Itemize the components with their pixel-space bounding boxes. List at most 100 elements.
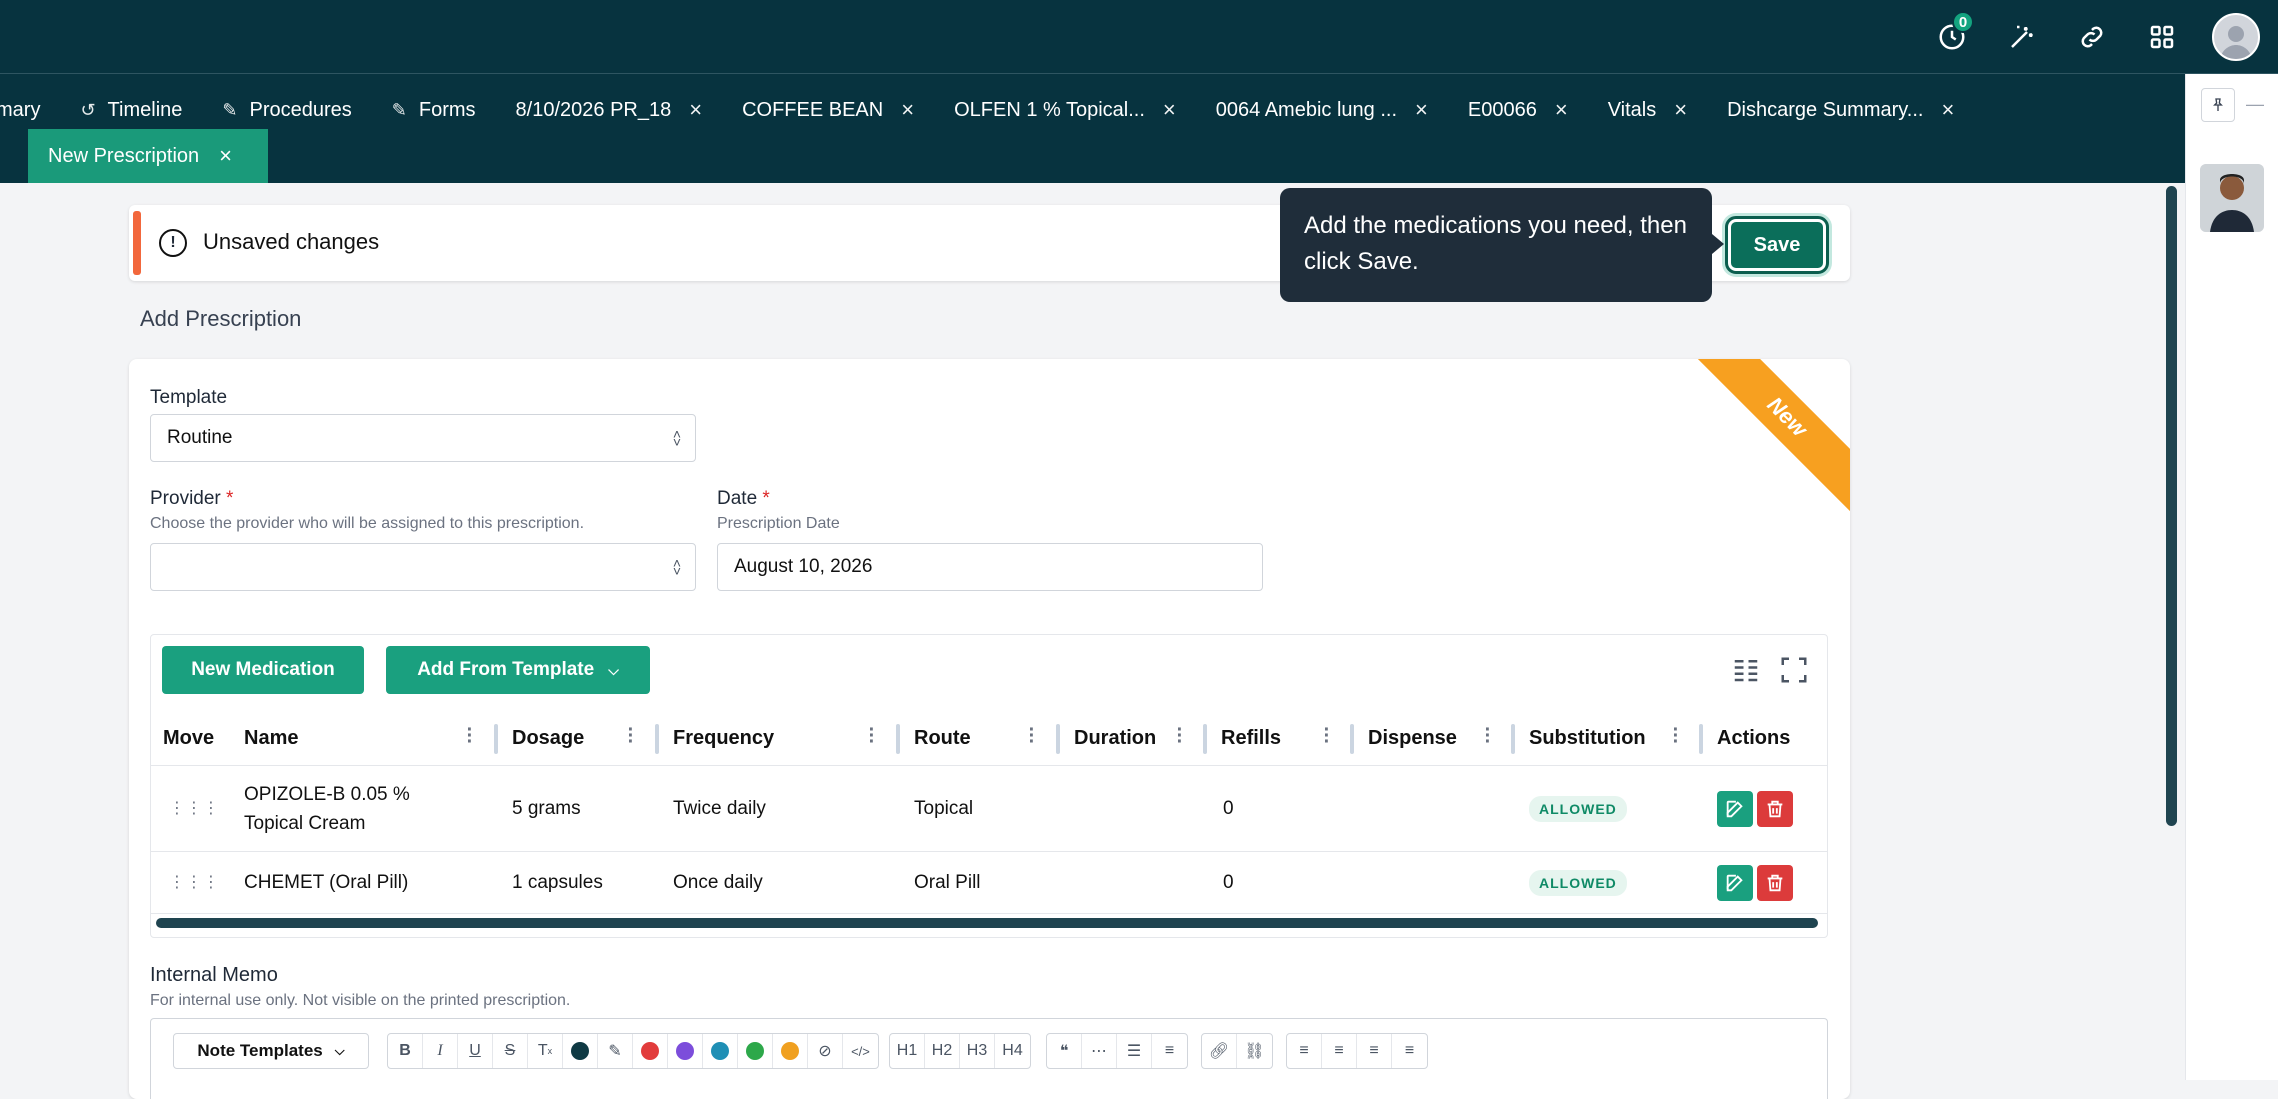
grid-icon[interactable]: [2142, 17, 2182, 57]
tab-0064-amebic-lung[interactable]: 0064 Amebic lung ... ×: [1196, 88, 1448, 132]
column-resize-handle[interactable]: [655, 724, 659, 754]
tab-8-10-2026-pr-18[interactable]: 8/10/2026 PR_18 ×: [496, 88, 723, 132]
close-icon[interactable]: ×: [1555, 97, 1568, 123]
column-menu-icon[interactable]: · · ·: [627, 720, 635, 752]
no-color-icon[interactable]: ⊘: [808, 1034, 843, 1068]
column-menu-icon[interactable]: · · ·: [1323, 720, 1331, 752]
tab-forms[interactable]: ✎ Forms: [372, 88, 496, 132]
column-header-dosage[interactable]: Dosage: [512, 710, 584, 766]
pin-icon[interactable]: [2201, 88, 2235, 122]
align-right-icon[interactable]: ≡: [1392, 1034, 1427, 1068]
column-resize-handle[interactable]: [1203, 724, 1207, 754]
column-header-refills[interactable]: Refills: [1221, 710, 1281, 766]
insert-link-icon[interactable]: 🔗︎: [1202, 1034, 1237, 1068]
code-icon[interactable]: </>: [843, 1034, 878, 1068]
strikethrough-icon[interactable]: S: [493, 1034, 528, 1068]
align-justify-icon[interactable]: ≡: [1357, 1034, 1392, 1068]
text-color-icon[interactable]: [563, 1034, 598, 1068]
close-icon[interactable]: ×: [689, 97, 702, 123]
column-resize-handle[interactable]: [494, 724, 498, 754]
column-resize-handle[interactable]: [1350, 724, 1354, 754]
close-icon[interactable]: ×: [901, 97, 914, 123]
vertical-scrollbar[interactable]: [2166, 186, 2177, 826]
link-icon[interactable]: [2072, 17, 2112, 57]
column-resize-handle[interactable]: [896, 724, 900, 754]
bullet-list-icon[interactable]: ☰: [1117, 1034, 1152, 1068]
column-header-route[interactable]: Route: [914, 710, 971, 766]
heading4-button[interactable]: H4: [995, 1034, 1030, 1068]
patient-avatar[interactable]: [2200, 164, 2264, 232]
column-resize-handle[interactable]: [1056, 724, 1060, 754]
heading3-button[interactable]: H3: [960, 1034, 995, 1068]
edit-icon[interactable]: [1717, 791, 1753, 827]
provider-select[interactable]: ˄ ˅: [150, 543, 696, 591]
blockquote-icon[interactable]: ❝: [1047, 1034, 1082, 1068]
new-medication-button[interactable]: New Medication: [162, 646, 364, 694]
drag-handle-icon[interactable]: ⋮⋮⋮: [169, 852, 220, 913]
tab-mary[interactable]: mary: [0, 88, 60, 132]
numbered-list-icon[interactable]: ≡: [1152, 1034, 1187, 1068]
bold-icon[interactable]: B: [388, 1034, 423, 1068]
edit-icon[interactable]: [1717, 865, 1753, 901]
align-left-icon[interactable]: ≡: [1287, 1034, 1322, 1068]
color-orange-swatch[interactable]: [773, 1034, 808, 1068]
column-header-substitution[interactable]: Substitution: [1529, 710, 1646, 766]
close-icon[interactable]: ×: [1941, 97, 1954, 123]
close-icon[interactable]: ×: [1163, 97, 1176, 123]
heading1-button[interactable]: H1: [890, 1034, 925, 1068]
trash-icon[interactable]: [1757, 791, 1793, 827]
column-menu-icon[interactable]: · · ·: [1028, 720, 1036, 752]
table-row: ⋮⋮⋮ OPIZOLE-B 0.05 % Topical Cream 5 gra…: [151, 766, 1827, 852]
italic-icon[interactable]: I: [423, 1034, 458, 1068]
column-header-duration[interactable]: Duration: [1074, 710, 1156, 766]
date-input[interactable]: August 10, 2026: [717, 543, 1263, 591]
provider-label: Provider *: [150, 488, 233, 510]
tab-e00066[interactable]: E00066 ×: [1448, 88, 1588, 132]
tab-coffee-bean[interactable]: COFFEE BEAN ×: [722, 88, 934, 132]
magic-wand-icon[interactable]: [2002, 17, 2042, 57]
column-header-name[interactable]: Name: [244, 710, 298, 766]
underline-icon[interactable]: U: [458, 1034, 493, 1068]
close-icon[interactable]: ×: [1674, 97, 1687, 123]
color-blue-swatch[interactable]: [703, 1034, 738, 1068]
column-menu-icon[interactable]: · · ·: [868, 720, 876, 752]
color-green-swatch[interactable]: [738, 1034, 773, 1068]
column-menu-icon[interactable]: · · ·: [1176, 720, 1184, 752]
horizontal-rule-icon[interactable]: ⋯: [1082, 1034, 1117, 1068]
close-icon[interactable]: ×: [219, 143, 232, 169]
column-resize-handle[interactable]: [1511, 724, 1515, 754]
trash-icon[interactable]: [1757, 865, 1793, 901]
tab-procedures[interactable]: ✎ Procedures: [202, 88, 371, 132]
tab-label: E00066: [1467, 98, 1537, 121]
template-select[interactable]: Routine ˄ ˅: [150, 414, 696, 462]
add-from-template-button[interactable]: Add From Template ⌵: [386, 646, 650, 694]
align-center-icon[interactable]: ≡: [1322, 1034, 1357, 1068]
user-avatar[interactable]: [2212, 13, 2260, 61]
column-resize-handle[interactable]: [1699, 724, 1703, 754]
columns-icon[interactable]: [1731, 655, 1761, 685]
tab-timeline[interactable]: ↺ Timeline: [60, 88, 202, 132]
save-button[interactable]: Save: [1725, 216, 1829, 274]
note-templates-dropdown[interactable]: Note Templates ⌵: [173, 1033, 369, 1069]
column-header-dispense[interactable]: Dispense: [1368, 710, 1457, 766]
column-menu-icon[interactable]: · · ·: [466, 720, 474, 752]
close-icon[interactable]: ×: [1415, 97, 1428, 123]
tab-new-prescription[interactable]: New Prescription ×: [28, 129, 268, 183]
fullscreen-icon[interactable]: [1779, 655, 1809, 685]
horizontal-scrollbar[interactable]: [156, 918, 1818, 928]
collapse-icon[interactable]: —: [2246, 94, 2264, 115]
clock-icon[interactable]: 0: [1932, 11, 1974, 57]
highlighter-icon[interactable]: ✎: [598, 1034, 633, 1068]
column-menu-icon[interactable]: · · ·: [1672, 720, 1680, 752]
heading2-button[interactable]: H2: [925, 1034, 960, 1068]
color-red-swatch[interactable]: [633, 1034, 668, 1068]
tab-dishcarge-summary[interactable]: Dishcarge Summary... ×: [1707, 88, 1974, 132]
unlink-icon[interactable]: ⛓︎: [1237, 1034, 1272, 1068]
clear-format-icon[interactable]: Tx: [528, 1034, 563, 1068]
column-header-frequency[interactable]: Frequency: [673, 710, 774, 766]
tab-olfen-1-topical[interactable]: OLFEN 1 % Topical... ×: [934, 88, 1196, 132]
tab-vitals[interactable]: Vitals ×: [1588, 88, 1707, 132]
color-purple-swatch[interactable]: [668, 1034, 703, 1068]
column-menu-icon[interactable]: · · ·: [1484, 720, 1492, 752]
drag-handle-icon[interactable]: ⋮⋮⋮: [169, 766, 220, 851]
